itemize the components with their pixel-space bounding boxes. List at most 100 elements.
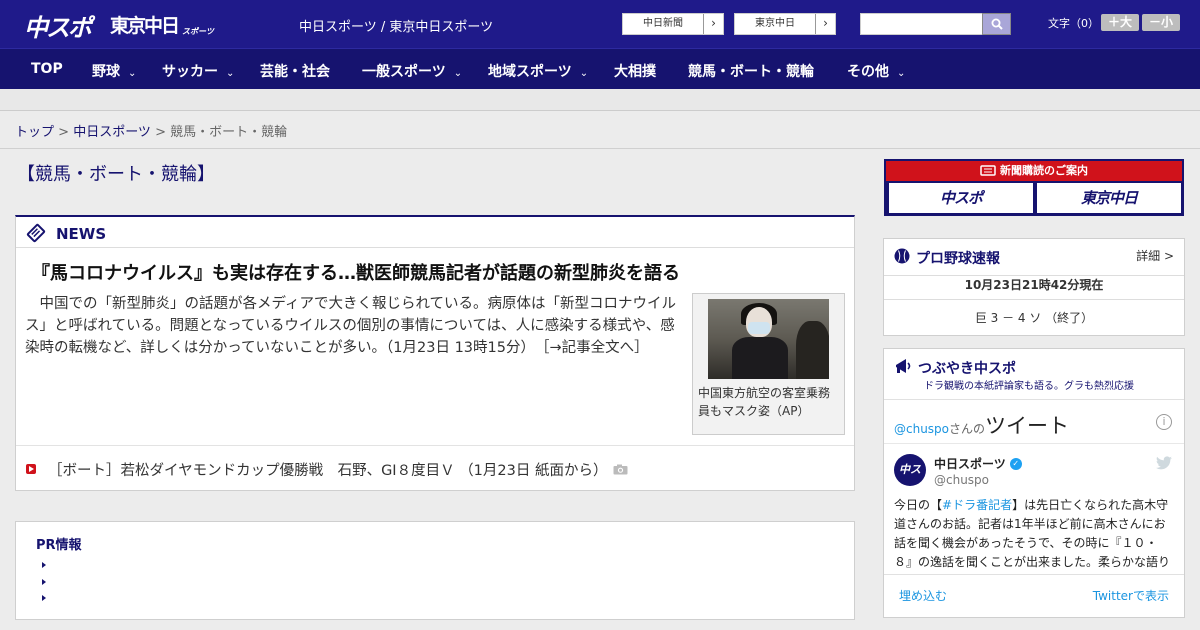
read-more-link[interactable]: ［→記事全文へ］ [542,340,648,356]
nav-item-entertainment[interactable]: 芸能・社会 [260,61,330,81]
nav-item-sumo[interactable]: 大相撲 [614,61,656,81]
nav-label: その他 [847,64,889,80]
avatar[interactable]: 中スポ [894,454,926,508]
news-headline[interactable]: 『馬コロナウイルス』も実は存在する…獣医師競馬記者が話題の新型肺炎を語る [32,259,680,285]
subscription-title-text: 新聞購読のご案内 [1000,164,1088,177]
nav-label: サッカー [162,64,218,80]
embed-link[interactable]: 埋め込む [899,587,947,604]
baseball-score-card: プロ野球速報 詳細 > 10月23日21時42分現在 巨 3 － 4 ソ （終了… [883,238,1185,336]
twitter-timeline: @chuspoさんのツイート i 中スポ 中日スポーツ ✓ @chuspo 今日の… [884,399,1184,619]
nav-label: 一般スポーツ [362,64,446,80]
chevron-right-icon: › [815,14,835,34]
tokyo-chunichi-label: 東京中日 [755,18,795,29]
news-box: NEWS 『馬コロナウイルス』も実は存在する…獣医師競馬記者が話題の新型肺炎を語… [15,215,855,491]
chunichi-shimbun-button[interactable]: 中日新聞 › [622,13,724,35]
timeline-footer: 埋め込む Twitterで表示 [884,574,1184,620]
chevron-down-icon: ⌄ [226,68,235,79]
breadcrumb: トップ > 中日スポーツ > 競馬・ボート・競輪 [15,121,287,140]
tokyo-chunichi-logo[interactable]: 東京中日 [110,11,180,38]
nav-label: 競馬・ボート・競輪 [688,64,814,80]
nav-label: 地域スポーツ [488,64,572,80]
chuspo-logo[interactable]: 中スポ [24,8,92,43]
tokyo-chunichi-logo-sub: スポーツ [182,27,214,36]
tweet-card-title: つぶやき中スポ [918,361,1016,377]
nav-item-general-sports[interactable]: 一般スポーツ ⌄ [362,61,462,81]
search-input[interactable] [860,13,983,35]
page-title: 【競馬・ボート・競輪】 [17,164,215,185]
search-icon [991,18,1003,30]
nav-item-baseball[interactable]: 野球 ⌄ [92,61,136,81]
pr-box: PR情報 [15,521,855,620]
search-button[interactable] [982,13,1011,35]
breadcrumb-section[interactable]: 中日スポーツ [73,125,151,140]
timeline-handle[interactable]: @chuspo [894,422,949,436]
breadcrumb-home[interactable]: トップ [15,125,54,140]
sub-news-text: ［ボート］若松ダイヤモンドカップ優勝戦 石野、GⅠ８度目Ｖ （1月23日 紙面か… [48,463,608,479]
news-header: NEWS [16,217,854,248]
tokyo-chunichi-subscribe-logo[interactable]: 東京中日 [1037,183,1181,213]
nav-label: TOP [31,61,63,77]
news-photo[interactable] [708,299,829,379]
hashtag-link[interactable]: #ドラ番記者 [942,498,1012,512]
info-icon[interactable]: i [1156,414,1172,430]
timeline-title: ツイート [985,414,1070,438]
account-handle[interactable]: @chuspo [934,473,989,487]
baseball-detail-link[interactable]: 詳細 > [1136,247,1174,264]
site-header: 中スポ 東京中日 スポーツ 中日スポーツ / 東京中日スポーツ 中日新聞 › 東… [0,0,1200,48]
nav-label: 大相撲 [614,64,656,80]
view-on-twitter-link[interactable]: Twitterで表示 [1093,587,1169,604]
nav-item-other[interactable]: その他 ⌄ [847,61,905,81]
font-smaller-button[interactable]: －小 [1142,14,1180,31]
timeline-san: さんの [949,422,986,436]
baseball-score[interactable]: 巨 3 － 4 ソ （終了） [884,309,1184,326]
pr-title: PR情報 [36,538,82,553]
timeline-separator [884,443,1184,444]
breadcrumb-divider [0,148,1200,149]
sub-news-item[interactable]: ［ボート］若松ダイヤモンドカップ優勝戦 石野、GⅠ８度目Ｖ （1月23日 紙面か… [26,459,628,480]
nav-item-top[interactable]: TOP [31,61,63,77]
baseball-update-time: 10月23日21時42分現在 [884,275,1184,300]
tweet-text: 今日の【#ドラ番記者】は先日亡くなられた高木守道さんのお話。記者は1年半ほど前に… [894,496,1174,568]
video-icon [26,464,36,474]
pr-bullet-icon [42,595,46,601]
nav-item-soccer[interactable]: サッカー ⌄ [162,61,234,81]
chuspo-subscribe-logo[interactable]: 中スポ [889,183,1033,213]
tweet-text-before: 今日の【 [894,498,943,512]
subscription-banner[interactable]: 新聞購読のご案内 中スポ 東京中日 [884,159,1184,216]
newspaper-icon [980,164,996,176]
tokyo-chunichi-button[interactable]: 東京中日 › [734,13,836,35]
newspaper-icon [26,223,46,243]
tweet-card-subtitle: ドラ観戦の本紙評論家も語る。グラも熱烈応援 [924,381,1134,392]
megaphone-icon [896,359,911,373]
timeline-header: @chuspoさんのツイート [894,410,1069,440]
nav-label: 野球 [92,64,120,80]
chunichi-shimbun-label: 中日新聞 [643,18,683,29]
chevron-down-icon: ⌄ [579,68,589,79]
pr-bullet-icon [42,562,46,568]
account-name[interactable]: 中日スポーツ ✓ [934,455,1022,472]
tweet-card: つぶやき中スポ ドラ観戦の本紙評論家も語る。グラも熱烈応援 @chuspoさんの… [883,348,1185,618]
breadcrumb-current: 競馬・ボート・競輪 [170,125,288,140]
photo-box[interactable]: 中国東方航空の客室乗務員もマスク姿（AP） [692,293,845,435]
subscription-banner-title: 新聞購読のご案内 [886,161,1182,181]
subnav-bar [0,89,1200,111]
camera-icon [613,464,628,474]
news-divider [16,445,854,446]
chevron-down-icon: ⌄ [897,68,906,79]
main-nav: TOP 野球 ⌄ サッカー ⌄ 芸能・社会 一般スポーツ ⌄ 地域スポーツ ⌄ 大相撲 … [0,48,1200,89]
news-label: NEWS [56,225,107,243]
nav-item-racing[interactable]: 競馬・ボート・競輪 [688,61,814,81]
font-larger-button[interactable]: ＋大 [1101,14,1139,31]
chevron-right-icon: › [703,14,723,34]
nav-item-local-sports[interactable]: 地域スポーツ ⌄ [488,61,588,81]
font-size-label: 文字（0） [1048,17,1099,30]
photo-caption: 中国東方航空の客室乗務員もマスク姿（AP） [698,386,831,418]
account-name-text: 中日スポーツ [934,457,1006,471]
baseball-title: プロ野球速報 [916,251,1000,267]
verified-icon: ✓ [1009,457,1022,470]
chevron-down-icon: ⌄ [453,68,463,79]
twitter-bird-icon[interactable] [1156,456,1172,470]
header-sites-text: 中日スポーツ / 東京中日スポーツ [299,20,494,35]
breadcrumb-sep: > [150,125,171,140]
nav-label: 芸能・社会 [260,64,330,80]
